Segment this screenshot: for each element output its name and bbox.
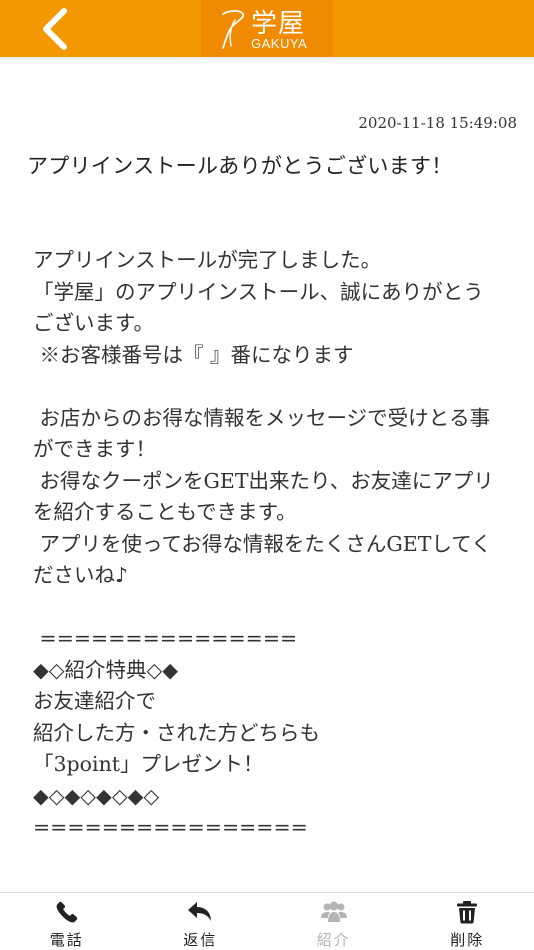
message-body: アプリインストールが完了しました。 「学屋」のアプリインストール、誠にありがとう… (33, 248, 494, 839)
app-logo: 学屋 GAKUYA (201, 0, 333, 57)
logo-title: 学屋 (251, 9, 306, 39)
tab-reply[interactable]: 返信 (134, 893, 268, 950)
logo-mark-icon (222, 10, 245, 49)
tab-delete[interactable]: 削除 (401, 893, 534, 950)
back-button[interactable] (30, 6, 80, 52)
logo-subtitle: GAKUYA (251, 36, 308, 51)
message-title: アプリインストールありがとうございます！ (27, 154, 453, 178)
chevron-left-icon (43, 8, 67, 50)
tab-phone-label: 電話 (49, 931, 84, 949)
tab-introduce-label: 紹介 (316, 931, 351, 949)
phone-icon (56, 901, 77, 923)
tab-phone[interactable]: 電話 (0, 893, 134, 950)
tab-delete-label: 削除 (450, 931, 485, 949)
bottom-tab-bar: 電話 返信 紹介 削除 (0, 892, 534, 950)
reply-icon (188, 902, 212, 921)
users-icon (320, 901, 347, 922)
trash-icon (457, 901, 478, 924)
app-header: 学屋 GAKUYA (0, 0, 534, 57)
tab-introduce[interactable]: 紹介 (267, 893, 401, 950)
message-timestamp: 2020-11-18 15:49:08 (358, 114, 517, 132)
header-divider (0, 57, 534, 61)
tab-reply-label: 返信 (183, 931, 218, 949)
